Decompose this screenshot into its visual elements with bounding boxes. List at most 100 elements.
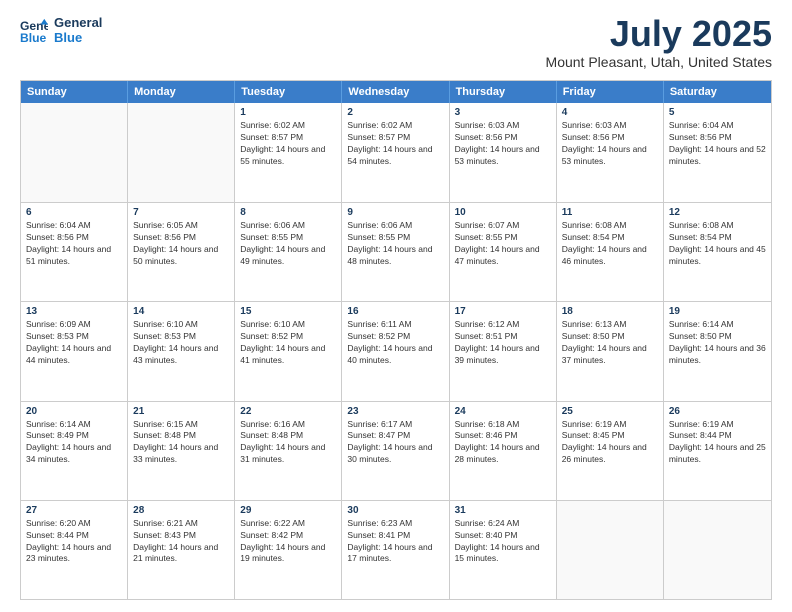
day-number: 31 — [455, 505, 551, 516]
calendar-cell: 25 Sunrise: 6:19 AMSunset: 8:45 PMDayligh… — [557, 402, 664, 500]
day-number: 14 — [133, 306, 229, 317]
day-number: 8 — [240, 207, 336, 218]
calendar-header-cell: Thursday — [450, 81, 557, 103]
calendar-cell: 11 Sunrise: 6:08 AMSunset: 8:54 PMDayligh… — [557, 203, 664, 301]
cell-detail: Sunrise: 6:16 AMSunset: 8:48 PMDaylight:… — [240, 419, 336, 467]
calendar-header-cell: Tuesday — [235, 81, 342, 103]
calendar-cell — [128, 103, 235, 202]
calendar-cell: 3 Sunrise: 6:03 AMSunset: 8:56 PMDaylight… — [450, 103, 557, 202]
cell-detail: Sunrise: 6:02 AMSunset: 8:57 PMDaylight:… — [347, 120, 443, 168]
day-number: 3 — [455, 107, 551, 118]
day-number: 21 — [133, 406, 229, 417]
page: General Blue General Blue July 2025 Moun… — [0, 0, 792, 612]
day-number: 18 — [562, 306, 658, 317]
day-number: 27 — [26, 505, 122, 516]
cell-detail: Sunrise: 6:15 AMSunset: 8:48 PMDaylight:… — [133, 419, 229, 467]
calendar-cell: 14Sunrise: 6:10 AMSunset: 8:53 PMDayligh… — [128, 302, 235, 400]
day-number: 16 — [347, 306, 443, 317]
calendar-header: SundayMondayTuesdayWednesdayThursdayFrid… — [21, 81, 771, 103]
cell-detail: Sunrise: 6:02 AMSunset: 8:57 PMDaylight:… — [240, 120, 336, 168]
logo-icon: General Blue — [20, 17, 48, 45]
cell-detail: Sunrise: 6:20 AMSunset: 8:44 PMDaylight:… — [26, 518, 122, 566]
calendar: SundayMondayTuesdayWednesdayThursdayFrid… — [20, 80, 772, 600]
calendar-cell: 24Sunrise: 6:18 AMSunset: 8:46 PMDayligh… — [450, 402, 557, 500]
calendar-cell — [664, 501, 771, 599]
logo-line1: General — [54, 16, 102, 31]
calendar-header-cell: Sunday — [21, 81, 128, 103]
calendar-cell: 13 Sunrise: 6:09 AMSunset: 8:53 PMDayligh… — [21, 302, 128, 400]
location: Mount Pleasant, Utah, United States — [546, 54, 772, 70]
day-number: 30 — [347, 505, 443, 516]
calendar-cell — [21, 103, 128, 202]
cell-detail: Sunrise: 6:05 AMSunset: 8:56 PMDaylight:… — [133, 220, 229, 268]
day-number: 15 — [240, 306, 336, 317]
cell-detail: Sunrise: 6:17 AMSunset: 8:47 PMDaylight:… — [347, 419, 443, 467]
cell-detail: Sunrise: 6:08 AMSunset: 8:54 PMDaylight:… — [562, 220, 658, 268]
calendar-header-cell: Monday — [128, 81, 235, 103]
cell-detail: Sunrise: 6:19 AMSunset: 8:45 PMDaylight:… — [562, 419, 658, 467]
calendar-row: 1 Sunrise: 6:02 AMSunset: 8:57 PMDaylight… — [21, 103, 771, 202]
month-year: July 2025 — [546, 16, 772, 52]
calendar-row: 13 Sunrise: 6:09 AMSunset: 8:53 PMDayligh… — [21, 301, 771, 400]
day-number: 9 — [347, 207, 443, 218]
cell-detail: Sunrise: 6:07 AMSunset: 8:55 PMDaylight:… — [455, 220, 551, 268]
header: General Blue General Blue July 2025 Moun… — [20, 16, 772, 70]
calendar-cell: 1 Sunrise: 6:02 AMSunset: 8:57 PMDaylight… — [235, 103, 342, 202]
day-number: 13 — [26, 306, 122, 317]
cell-detail: Sunrise: 6:19 AMSunset: 8:44 PMDaylight:… — [669, 419, 766, 467]
title-block: July 2025 Mount Pleasant, Utah, United S… — [546, 16, 772, 70]
cell-detail: Sunrise: 6:03 AMSunset: 8:56 PMDaylight:… — [562, 120, 658, 168]
calendar-cell — [557, 501, 664, 599]
cell-detail: Sunrise: 6:03 AMSunset: 8:56 PMDaylight:… — [455, 120, 551, 168]
day-number: 11 — [562, 207, 658, 218]
day-number: 4 — [562, 107, 658, 118]
cell-detail: Sunrise: 6:21 AMSunset: 8:43 PMDaylight:… — [133, 518, 229, 566]
day-number: 28 — [133, 505, 229, 516]
cell-detail: Sunrise: 6:09 AMSunset: 8:53 PMDaylight:… — [26, 319, 122, 367]
logo: General Blue General Blue — [20, 16, 102, 46]
calendar-body: 1 Sunrise: 6:02 AMSunset: 8:57 PMDaylight… — [21, 103, 771, 599]
cell-detail: Sunrise: 6:22 AMSunset: 8:42 PMDaylight:… — [240, 518, 336, 566]
calendar-row: 20Sunrise: 6:14 AMSunset: 8:49 PMDayligh… — [21, 401, 771, 500]
calendar-cell: 2 Sunrise: 6:02 AMSunset: 8:57 PMDaylight… — [342, 103, 449, 202]
calendar-cell: 29 Sunrise: 6:22 AMSunset: 8:42 PMDayligh… — [235, 501, 342, 599]
day-number: 23 — [347, 406, 443, 417]
cell-detail: Sunrise: 6:23 AMSunset: 8:41 PMDaylight:… — [347, 518, 443, 566]
svg-text:Blue: Blue — [20, 31, 47, 45]
calendar-cell: 15Sunrise: 6:10 AMSunset: 8:52 PMDayligh… — [235, 302, 342, 400]
calendar-cell: 6 Sunrise: 6:04 AMSunset: 8:56 PMDaylight… — [21, 203, 128, 301]
cell-detail: Sunrise: 6:06 AMSunset: 8:55 PMDaylight:… — [240, 220, 336, 268]
calendar-header-cell: Saturday — [664, 81, 771, 103]
cell-detail: Sunrise: 6:14 AMSunset: 8:49 PMDaylight:… — [26, 419, 122, 467]
calendar-cell: 26Sunrise: 6:19 AMSunset: 8:44 PMDayligh… — [664, 402, 771, 500]
calendar-cell: 8 Sunrise: 6:06 AMSunset: 8:55 PMDaylight… — [235, 203, 342, 301]
calendar-cell: 16 Sunrise: 6:11 AMSunset: 8:52 PMDayligh… — [342, 302, 449, 400]
cell-detail: Sunrise: 6:08 AMSunset: 8:54 PMDaylight:… — [669, 220, 766, 268]
calendar-cell: 17Sunrise: 6:12 AMSunset: 8:51 PMDayligh… — [450, 302, 557, 400]
cell-detail: Sunrise: 6:24 AMSunset: 8:40 PMDaylight:… — [455, 518, 551, 566]
calendar-cell: 19Sunrise: 6:14 AMSunset: 8:50 PMDayligh… — [664, 302, 771, 400]
calendar-cell: 18Sunrise: 6:13 AMSunset: 8:50 PMDayligh… — [557, 302, 664, 400]
calendar-cell: 12Sunrise: 6:08 AMSunset: 8:54 PMDayligh… — [664, 203, 771, 301]
calendar-cell: 31 Sunrise: 6:24 AMSunset: 8:40 PMDayligh… — [450, 501, 557, 599]
day-number: 6 — [26, 207, 122, 218]
calendar-cell: 5Sunrise: 6:04 AMSunset: 8:56 PMDaylight… — [664, 103, 771, 202]
day-number: 10 — [455, 207, 551, 218]
calendar-cell: 23 Sunrise: 6:17 AMSunset: 8:47 PMDayligh… — [342, 402, 449, 500]
calendar-cell: 21 Sunrise: 6:15 AMSunset: 8:48 PMDayligh… — [128, 402, 235, 500]
logo-line2: Blue — [54, 31, 102, 46]
calendar-cell: 27 Sunrise: 6:20 AMSunset: 8:44 PMDayligh… — [21, 501, 128, 599]
cell-detail: Sunrise: 6:04 AMSunset: 8:56 PMDaylight:… — [26, 220, 122, 268]
cell-detail: Sunrise: 6:14 AMSunset: 8:50 PMDaylight:… — [669, 319, 766, 367]
calendar-cell: 7Sunrise: 6:05 AMSunset: 8:56 PMDaylight… — [128, 203, 235, 301]
calendar-header-cell: Wednesday — [342, 81, 449, 103]
cell-detail: Sunrise: 6:11 AMSunset: 8:52 PMDaylight:… — [347, 319, 443, 367]
day-number: 2 — [347, 107, 443, 118]
day-number: 25 — [562, 406, 658, 417]
day-number: 29 — [240, 505, 336, 516]
day-number: 1 — [240, 107, 336, 118]
calendar-header-cell: Friday — [557, 81, 664, 103]
calendar-cell: 30 Sunrise: 6:23 AMSunset: 8:41 PMDayligh… — [342, 501, 449, 599]
calendar-cell: 4 Sunrise: 6:03 AMSunset: 8:56 PMDaylight… — [557, 103, 664, 202]
calendar-cell: 22Sunrise: 6:16 AMSunset: 8:48 PMDayligh… — [235, 402, 342, 500]
